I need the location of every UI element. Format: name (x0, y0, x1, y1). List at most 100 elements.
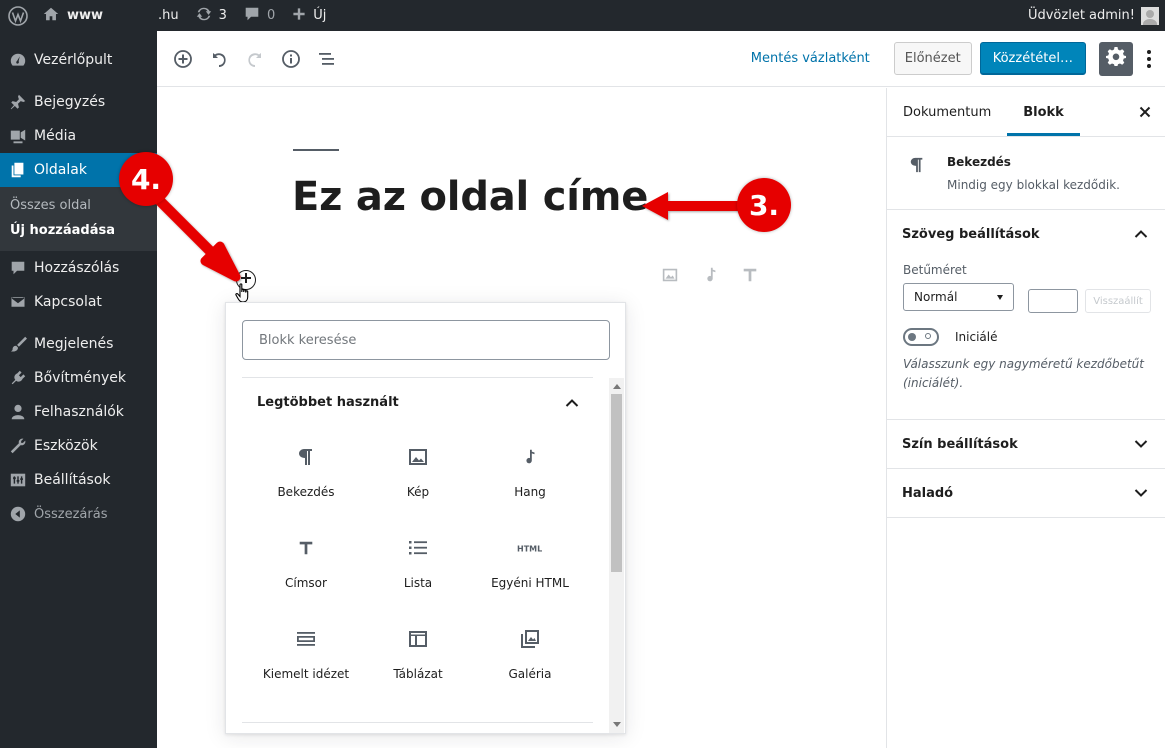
audio-icon (521, 445, 539, 469)
chevron-up-icon (1129, 222, 1153, 246)
callout-step-4: 4. (119, 152, 173, 206)
sidebar-item-label: Összezárás (34, 506, 108, 522)
pullquote-icon (296, 627, 316, 651)
list-icon (408, 536, 428, 560)
editor-header: Mentés vázlatként Előnézet Közzététel… (157, 31, 1165, 87)
gear-icon (1106, 46, 1126, 71)
html-icon: HTML (517, 536, 543, 560)
most-used-panel-title[interactable]: Legtöbbet használt (257, 395, 399, 410)
paragraph-icon (297, 445, 315, 469)
site-name-link[interactable]: www .hu (36, 0, 187, 31)
sidebar-item-label: Oldalak (34, 162, 87, 178)
block-item-paragraph[interactable]: Bekezdés (250, 433, 362, 524)
new-content-link[interactable]: Új (283, 0, 334, 31)
font-size-value: Normál (914, 290, 958, 304)
sidebar-item-label: Megjelenés (34, 336, 114, 352)
sidebar-item-label: Bővítmények (34, 370, 126, 386)
comment-icon (8, 258, 28, 278)
admin-sidebar: Vezérlőpult Bejegyzés Média Oldalak Össz… (0, 31, 157, 748)
close-icon[interactable] (1133, 100, 1157, 124)
scroll-up-arrow-icon[interactable] (613, 384, 621, 389)
block-item-audio[interactable]: Hang (474, 433, 586, 524)
font-size-select[interactable]: Normál (903, 283, 1014, 311)
site-name-left: www (67, 8, 104, 23)
sidebar-item-tools[interactable]: Eszközök (0, 429, 157, 463)
empty-block-shortcuts (650, 266, 770, 284)
audio-icon[interactable] (690, 266, 730, 284)
block-item-label: Galéria (508, 667, 552, 681)
submenu-add-new[interactable]: Új hozzáadása (0, 218, 157, 243)
image-icon (408, 445, 428, 469)
more-menu-icon[interactable] (1139, 42, 1159, 76)
color-settings-toggle[interactable]: Szín beállítások (887, 420, 1165, 468)
gallery-icon (520, 627, 540, 651)
sidebar-item-posts[interactable]: Bejegyzés (0, 85, 157, 119)
sidebar-item-label: Beállítások (34, 472, 111, 488)
collapse-icon (8, 504, 28, 524)
redo-icon[interactable] (237, 41, 273, 77)
settings-gear-button[interactable] (1099, 41, 1133, 76)
panel-title: Szöveg beállítások (902, 226, 1040, 242)
sidebar-item-contact[interactable]: Kapcsolat (0, 285, 157, 319)
chevron-down-icon (1129, 481, 1153, 505)
block-search-input[interactable] (242, 320, 610, 360)
block-item-label: Kiemelt idézet (262, 667, 350, 681)
outline-icon[interactable] (309, 41, 345, 77)
wrench-icon (8, 436, 28, 456)
custom-font-size-input[interactable] (1028, 289, 1078, 313)
svg-text:HTML: HTML (517, 545, 542, 554)
sidebar-item-settings[interactable]: Beállítások (0, 463, 157, 497)
caret-down-icon (997, 295, 1003, 300)
block-card-title: Bekezdés (947, 155, 1011, 169)
plugin-icon (8, 368, 28, 388)
advanced-toggle[interactable]: Haladó (887, 469, 1165, 517)
save-draft-button[interactable]: Mentés vázlatként (751, 51, 870, 66)
chevron-up-icon[interactable] (560, 391, 584, 415)
block-item-custom-html[interactable]: HTML Egyéni HTML (474, 524, 586, 615)
updates-count: 3 (218, 8, 227, 23)
refresh-icon (195, 5, 213, 27)
inserter-scrollbar[interactable] (609, 378, 624, 733)
block-item-pullquote[interactable]: Kiemelt idézet (250, 615, 362, 706)
wordpress-logo-icon[interactable] (0, 0, 36, 31)
block-item-heading[interactable]: Címsor (250, 524, 362, 615)
text-settings-toggle[interactable]: Szöveg beállítások (887, 210, 1165, 258)
comments-link[interactable]: 0 (235, 0, 283, 31)
pin-icon (8, 92, 28, 112)
advanced-panel: Haladó (887, 469, 1165, 518)
add-block-icon[interactable] (165, 41, 201, 77)
sidebar-item-dashboard[interactable]: Vezérlőpult (0, 43, 157, 77)
sidebar-item-appearance[interactable]: Megjelenés (0, 327, 157, 361)
preview-button[interactable]: Előnézet (893, 42, 972, 75)
image-icon[interactable] (650, 266, 690, 284)
sidebar-item-plugins[interactable]: Bővítmények (0, 361, 157, 395)
reset-font-size-button[interactable]: Visszaállít (1085, 289, 1151, 313)
block-item-label: Kép (406, 485, 430, 499)
block-item-gallery[interactable]: Galéria (474, 615, 586, 706)
sidebar-item-users[interactable]: Felhasználók (0, 395, 157, 429)
block-item-label: Címsor (285, 576, 327, 590)
tab-block[interactable]: Blokk (1007, 88, 1080, 136)
tab-document[interactable]: Dokumentum (887, 88, 1007, 136)
pages-icon (8, 160, 28, 180)
drop-cap-help: Válasszunk egy nagyméretű kezdőbetűt (in… (903, 357, 1144, 390)
sidebar-item-comments[interactable]: Hozzászólás (0, 251, 157, 285)
drop-cap-toggle[interactable] (903, 328, 939, 346)
undo-icon[interactable] (201, 41, 237, 77)
scrollbar-thumb[interactable] (611, 394, 622, 572)
block-item-table[interactable]: Táblázat (362, 615, 474, 706)
block-item-image[interactable]: Kép (362, 433, 474, 524)
updates-link[interactable]: 3 (187, 0, 235, 31)
sidebar-collapse[interactable]: Összezárás (0, 497, 157, 531)
dashboard-icon (8, 50, 28, 70)
info-icon[interactable] (273, 41, 309, 77)
account-menu[interactable]: Üdvözlet admin! (1020, 0, 1165, 31)
post-title[interactable]: Ez az oldal címe (292, 174, 648, 220)
scroll-down-arrow-icon[interactable] (613, 722, 621, 727)
block-card-description: Mindig egy blokkal kezdődik. (947, 178, 1120, 192)
sidebar-item-media[interactable]: Média (0, 119, 157, 153)
heading-icon[interactable] (730, 266, 770, 284)
sidebar-item-label: Vezérlőpult (34, 52, 113, 68)
block-item-list[interactable]: Lista (362, 524, 474, 615)
publish-button[interactable]: Közzététel… (979, 42, 1086, 75)
